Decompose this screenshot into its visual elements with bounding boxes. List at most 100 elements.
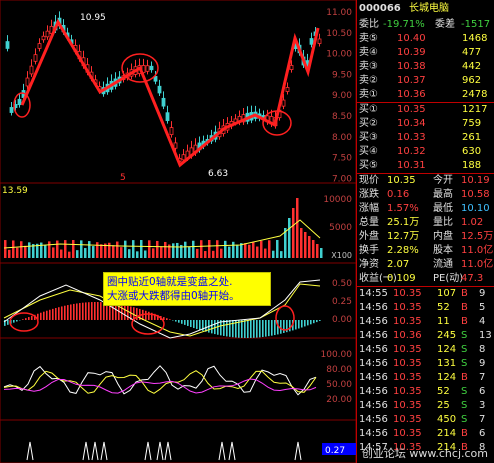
ask-volume: 477 [462,47,482,58]
macd-tick-label: 0.00 [332,315,352,325]
volume-bar [136,251,139,258]
tick-price: 10.35 [393,302,422,313]
stat-value: 10.35 [387,175,416,186]
volume-bar [68,251,71,258]
ask-price: 10.39 [397,47,426,58]
weicha-value: -1517 [461,19,491,30]
macd-bar [175,320,177,322]
ask-list: 卖⑤ 10.40 1468 卖④ 10.39 477 卖③ 10.38 442 卖② 10.37 96… [357,32,494,102]
macd-bar [301,320,303,328]
volume-bar [260,240,263,258]
tick-volume: 52 [437,386,450,397]
macd-bar [193,320,195,329]
price-tick-label: 7.00 [332,174,352,184]
ask-price: 10.36 [397,89,426,100]
macd-bar [85,302,87,320]
volume-bar [64,240,67,258]
stat-value: 0.16 [387,189,410,200]
tick-row: 14:56 10.35 124 B 7 [357,371,494,385]
tick-row: 14:56 10.35 52 S 6 [357,385,494,399]
macd-bar [253,320,255,338]
stat-label: 现价 [359,175,379,186]
bid-price: 10.35 [397,104,426,115]
price-tick-label: 8.50 [332,112,352,122]
stat-label: 最高 [433,189,453,200]
volume-bar [148,240,151,258]
vol-unit: X100 [331,251,352,260]
candle-body [165,112,170,122]
volume-bar [84,248,87,258]
stat-value: 1.02 [461,217,484,228]
volume-bar [196,248,199,258]
tick-count: 8 [479,344,486,355]
weibi-label: 委比 [359,19,379,30]
macd-bar [91,302,93,320]
weibi-row: 委比 -19.71% 委差 -1517 [357,18,494,32]
volume-bar [216,240,219,258]
stat-label: 内盘 [433,231,453,242]
tick-count: 6 [479,386,486,397]
price-tick-label: 11.00 [326,8,352,18]
tick-time: 14:56 [359,316,388,327]
volume-bar [316,244,319,258]
tick-row: 14:56 10.35 450 S 7 [357,413,494,427]
macd-bar [295,320,297,330]
macd-bar [178,320,180,323]
tick-price: 10.35 [393,428,422,439]
bottom-value: 0.27 [325,446,345,456]
tick-list[interactable]: 14:55 10.35 107 B 9 14:56 10.35 52 B 5 14:56 10.35 1… [357,286,494,455]
volume-bar [208,240,211,258]
macd-bar [49,309,51,320]
chart-area[interactable]: 11.00 10.50 10.00 9.50 9.00 8.50 8.00 7.50 7.00 1… [0,0,356,463]
macd-bar [226,320,228,337]
macd-bar [187,320,189,326]
tick-side: S [461,330,468,341]
volume-bar [20,241,23,258]
volume-bar [280,251,283,258]
tick-price: 10.35 [393,358,422,369]
volume-bar [72,240,75,258]
macd-bar [310,320,312,325]
volume-bar [144,250,147,258]
ask-volume: 962 [462,75,482,86]
macd-tick-label: 0.50 [332,279,352,289]
stat-value: 2.07 [387,259,410,270]
macd-bar [196,320,198,330]
stat-label: 股本 [433,245,453,256]
tick-side: B [461,288,468,299]
candle-body [9,107,14,113]
macd-bar [298,320,300,329]
macd-bar [13,320,15,323]
volume-bar [248,244,251,258]
bid-price: 10.33 [397,132,426,143]
candle-body [161,97,166,107]
volume-bar [12,240,15,258]
volume-bar [232,241,235,258]
macd-bar [79,303,81,320]
volume-bar [164,241,167,258]
ask-row: 卖① 10.36 2478 [357,88,494,102]
volume-bar [292,208,295,258]
tick-volume: 124 [437,372,457,383]
macd-bar [304,320,306,327]
volume-bar [224,240,227,258]
macd-bar [256,320,258,338]
macd-bar [97,302,99,320]
volume-bar [276,240,279,258]
kdj-tick-label: 20.00 [326,395,352,405]
volume-bar [56,240,59,258]
tick-time: 14:56 [359,414,388,425]
tick-count: 3 [479,400,486,411]
bid-price: 10.34 [397,118,426,129]
note-line-2: 大涨或大跌都得由0轴开始。 [107,290,240,302]
weicha-label: 委差 [435,19,455,30]
tick-count: 7 [479,414,486,425]
macd-bar [7,320,9,325]
bid-price: 10.32 [397,146,426,157]
macd-bar [211,320,213,334]
tick-count: 9 [479,288,486,299]
tick-row: 14:55 10.35 107 B 9 [357,287,494,301]
tick-count: 9 [479,358,486,369]
stat-label: 涨幅 [359,203,379,214]
stat-row: 净资 2.07 流通 11.0亿 [357,258,494,272]
